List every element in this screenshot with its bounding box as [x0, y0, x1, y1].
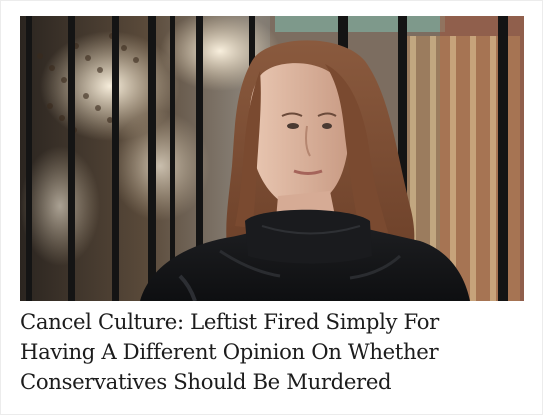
- article-card[interactable]: Cancel Culture: Leftist Fired Simply For…: [0, 0, 543, 415]
- headline-line-2: Having A Different Opinion On Whether: [20, 339, 439, 364]
- article-headline[interactable]: Cancel Culture: Leftist Fired Simply For…: [20, 307, 530, 397]
- headline-line-1: Cancel Culture: Leftist Fired Simply For: [20, 309, 439, 334]
- headline-line-3: Conservatives Should Be Murdered: [20, 369, 392, 394]
- article-image[interactable]: [20, 16, 524, 301]
